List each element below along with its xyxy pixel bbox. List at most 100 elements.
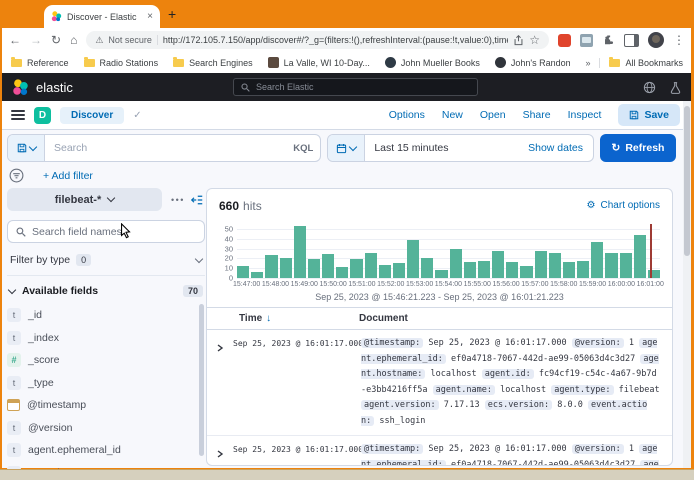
bookmark-item[interactable]: Reference: [11, 58, 69, 68]
field-item[interactable]: tagent.ephemeral_id: [7, 439, 195, 462]
histogram-bar[interactable]: [393, 263, 405, 278]
nav-link-options[interactable]: Options: [389, 109, 425, 121]
field-item[interactable]: t_id: [7, 304, 195, 327]
bookmark-item[interactable]: Radio Stations: [84, 58, 159, 68]
search-input[interactable]: Search: [45, 135, 286, 161]
address-bar[interactable]: ⚠ Not secure http://172.105.7.150/app/di…: [86, 31, 549, 49]
expand-row-icon[interactable]: [207, 336, 233, 429]
histogram-bar[interactable]: [535, 251, 547, 278]
histogram-bar[interactable]: [407, 240, 419, 278]
browser-tab[interactable]: Discover - Elastic ×: [44, 5, 160, 28]
space-badge[interactable]: D: [34, 107, 51, 124]
histogram-bar[interactable]: [549, 253, 561, 278]
histogram-bar[interactable]: [620, 253, 632, 278]
home-icon[interactable]: ⌂: [70, 34, 77, 46]
field-item[interactable]: t_index: [7, 327, 195, 350]
histogram-bar[interactable]: [520, 266, 532, 278]
breadcrumb-discover[interactable]: Discover: [60, 107, 124, 124]
histogram-bar[interactable]: [506, 262, 518, 278]
reload-icon[interactable]: ↻: [51, 34, 61, 46]
bookmark-item[interactable]: John Mueller Books: [385, 57, 480, 68]
histogram-bar[interactable]: [478, 261, 490, 278]
histogram-bar[interactable]: [365, 253, 377, 278]
adblock-extension-icon[interactable]: [558, 34, 571, 47]
global-search-input[interactable]: Search Elastic: [233, 78, 478, 96]
histogram-bar[interactable]: [237, 266, 249, 278]
expand-row-icon[interactable]: [207, 442, 233, 466]
available-fields-header[interactable]: Available fields 70: [7, 285, 205, 297]
nav-link-inspect[interactable]: Inspect: [568, 109, 602, 121]
histogram-bar[interactable]: [280, 258, 292, 278]
new-tab-button[interactable]: +: [168, 6, 176, 22]
histogram-bar[interactable]: [294, 226, 306, 278]
bookmark-item[interactable]: Search Engines: [173, 58, 253, 68]
back-icon[interactable]: ←: [9, 34, 21, 46]
histogram-bar[interactable]: [350, 259, 362, 278]
histogram-bar[interactable]: [591, 242, 603, 278]
field-item[interactable]: t@version: [7, 417, 195, 440]
bookmark-item[interactable]: John's Random Tho...: [495, 57, 571, 68]
nav-link-open[interactable]: Open: [480, 109, 506, 121]
save-button[interactable]: Save: [618, 104, 680, 126]
close-tab-icon[interactable]: ×: [147, 12, 153, 22]
field-name: _type: [28, 377, 54, 389]
histogram-bar[interactable]: [450, 249, 462, 278]
histogram-bar[interactable]: [379, 265, 391, 278]
histogram-bar[interactable]: [492, 251, 504, 278]
menu-hamburger-icon[interactable]: [11, 110, 25, 120]
collapse-sidebar-icon[interactable]: [191, 194, 203, 206]
filter-menu-icon[interactable]: [9, 168, 24, 183]
screenshot-extension-icon[interactable]: [580, 34, 593, 47]
saved-query-button[interactable]: [8, 135, 45, 161]
histogram-bar[interactable]: [308, 259, 320, 278]
not-secure-label[interactable]: Not secure: [108, 35, 152, 45]
histogram-bar[interactable]: [577, 261, 589, 278]
bookmark-item[interactable]: La Valle, WI 10-Day...: [268, 57, 370, 68]
bookmarks-overflow-icon[interactable]: »: [585, 58, 590, 68]
field-item[interactable]: #_score: [7, 349, 195, 372]
forward-icon[interactable]: →: [30, 34, 42, 46]
histogram-bar[interactable]: [251, 272, 263, 278]
side-panel-icon[interactable]: [624, 34, 639, 47]
browser-menu-icon[interactable]: ⋮: [673, 34, 685, 46]
histogram-chart[interactable]: 01020304050: [237, 224, 660, 278]
globe-icon[interactable]: [643, 81, 656, 94]
histogram-bar[interactable]: [265, 255, 277, 278]
kql-selector[interactable]: KQL: [286, 135, 320, 161]
histogram-bar[interactable]: [605, 253, 617, 278]
histogram-bar[interactable]: [421, 258, 433, 278]
field-item[interactable]: @timestamp: [7, 394, 195, 417]
index-pattern-selector[interactable]: filebeat-*: [7, 188, 162, 211]
all-bookmarks-button[interactable]: All Bookmarks: [609, 58, 683, 68]
nav-link-new[interactable]: New: [442, 109, 463, 121]
add-filter-button[interactable]: + Add filter: [43, 170, 93, 182]
extensions-puzzle-icon[interactable]: [602, 34, 615, 47]
lab-flask-icon[interactable]: [669, 81, 682, 94]
scrollbar-thumb[interactable]: [684, 106, 690, 256]
more-options-icon[interactable]: •••: [171, 195, 185, 205]
bookmark-star-icon[interactable]: ☆: [529, 34, 540, 46]
sort-descending-icon[interactable]: ↓: [266, 313, 271, 324]
url-text[interactable]: http://172.105.7.150/app/discover#/?_g=(…: [163, 35, 508, 45]
share-icon[interactable]: [513, 35, 524, 46]
time-column-header[interactable]: Time ↓: [239, 313, 359, 324]
hits-label: hits: [243, 199, 262, 213]
page-scrollbar[interactable]: [683, 101, 691, 468]
calendar-button[interactable]: [328, 135, 365, 161]
sidebar-scrollbar-thumb[interactable]: [199, 304, 204, 456]
show-dates-link[interactable]: Show dates: [528, 135, 593, 161]
histogram-bar[interactable]: [563, 262, 575, 278]
nav-link-share[interactable]: Share: [523, 109, 551, 121]
field-item[interactable]: t_type: [7, 372, 195, 395]
histogram-bar[interactable]: [464, 262, 476, 278]
histogram-bar[interactable]: [634, 235, 646, 278]
histogram-bar[interactable]: [435, 270, 447, 278]
histogram-bar[interactable]: [322, 254, 334, 278]
filter-by-type-control[interactable]: Filter by type 0: [7, 249, 205, 276]
chart-options-button[interactable]: ⚙ Chart options: [587, 200, 660, 211]
histogram-bar[interactable]: [336, 267, 348, 278]
refresh-button[interactable]: ↻ Refresh: [600, 134, 676, 162]
profile-avatar[interactable]: [648, 32, 664, 48]
time-range-value[interactable]: Last 15 minutes: [365, 135, 528, 161]
field-search-input[interactable]: Search field names: [7, 220, 205, 243]
